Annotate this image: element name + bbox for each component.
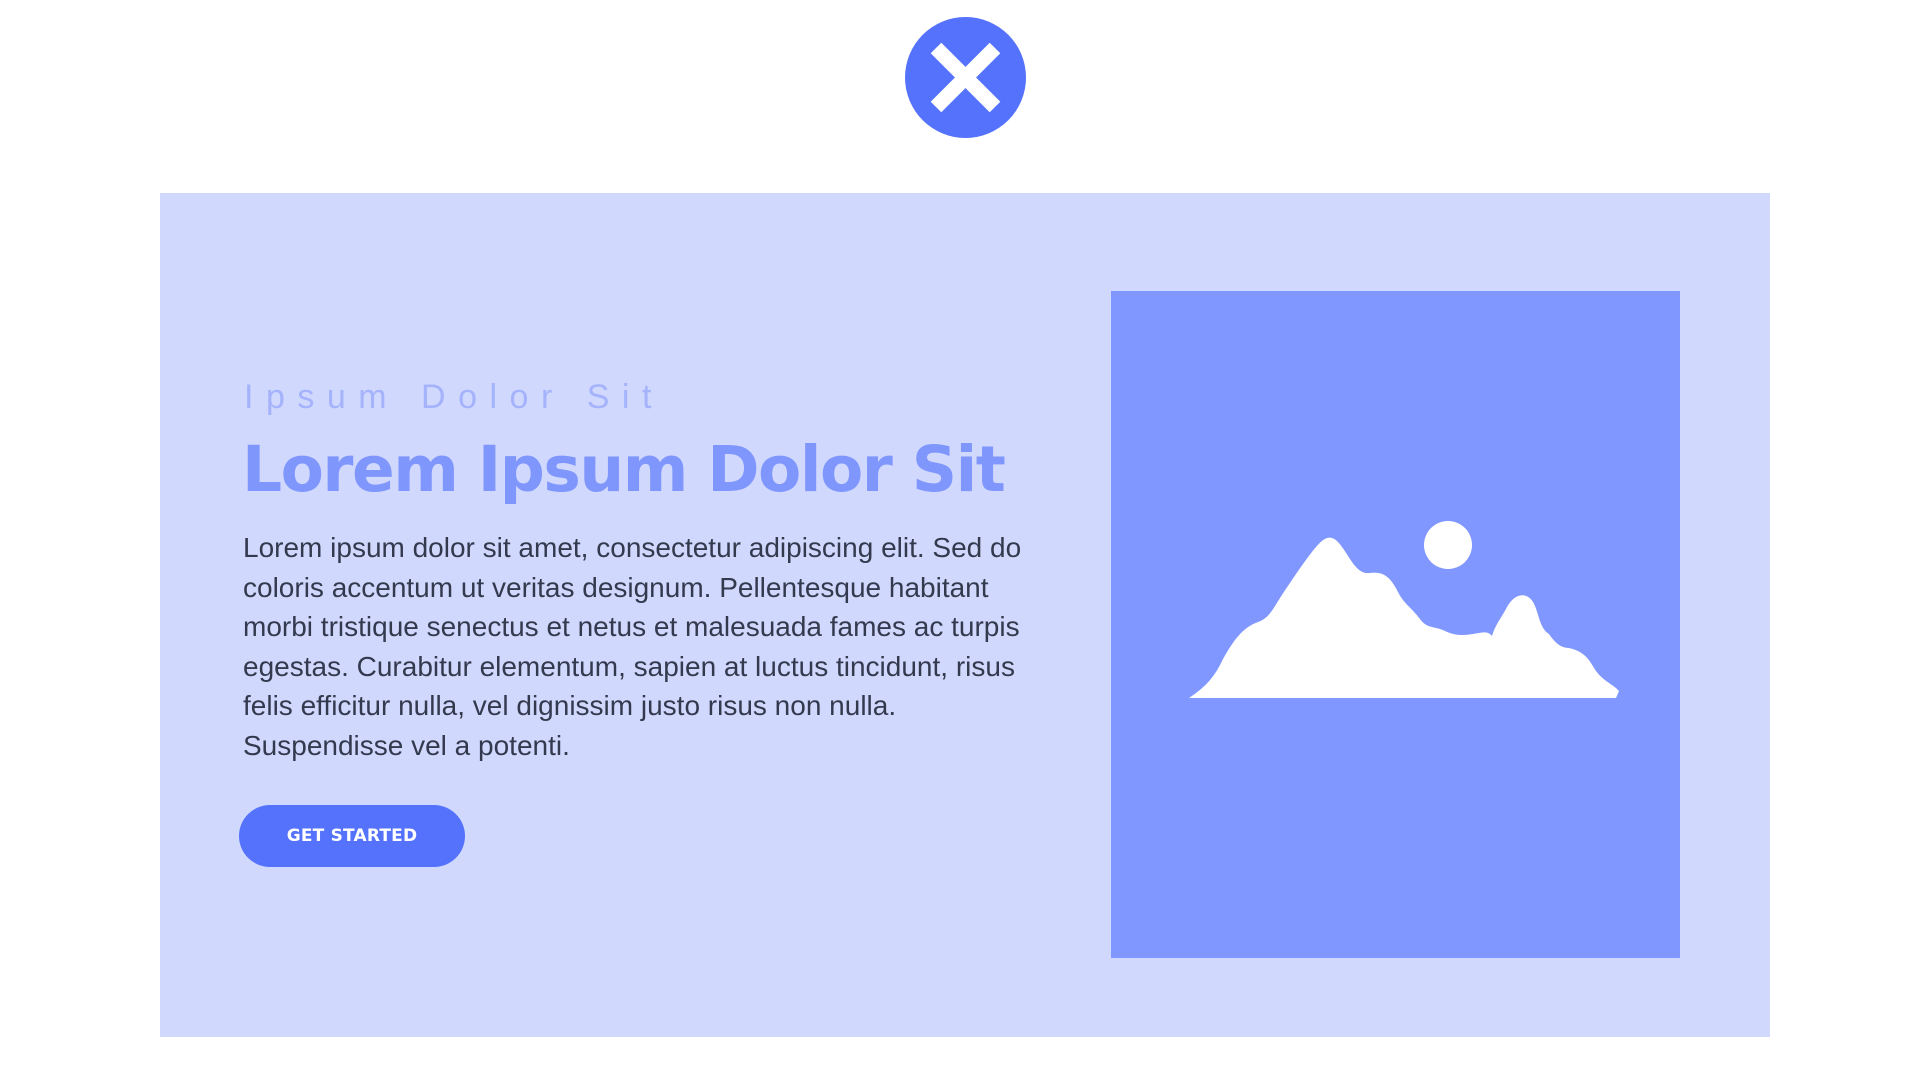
get-started-button[interactable]: GET STARTED: [239, 805, 465, 867]
close-icon: [930, 42, 1001, 113]
image-placeholder-icon: [1189, 521, 1619, 698]
hero-image-placeholder: [1111, 291, 1680, 958]
hero-headline: Lorem Ipsum Dolor Sit: [242, 433, 1006, 506]
page: Ipsum Dolor Sit Lorem Ipsum Dolor Sit Lo…: [0, 0, 1920, 1080]
hero-panel: Ipsum Dolor Sit Lorem Ipsum Dolor Sit Lo…: [160, 193, 1770, 1037]
close-button[interactable]: [905, 17, 1026, 138]
hero-eyebrow: Ipsum Dolor Sit: [244, 378, 664, 416]
hero-body-text: Lorem ipsum dolor sit amet, consectetur …: [243, 532, 1022, 761]
